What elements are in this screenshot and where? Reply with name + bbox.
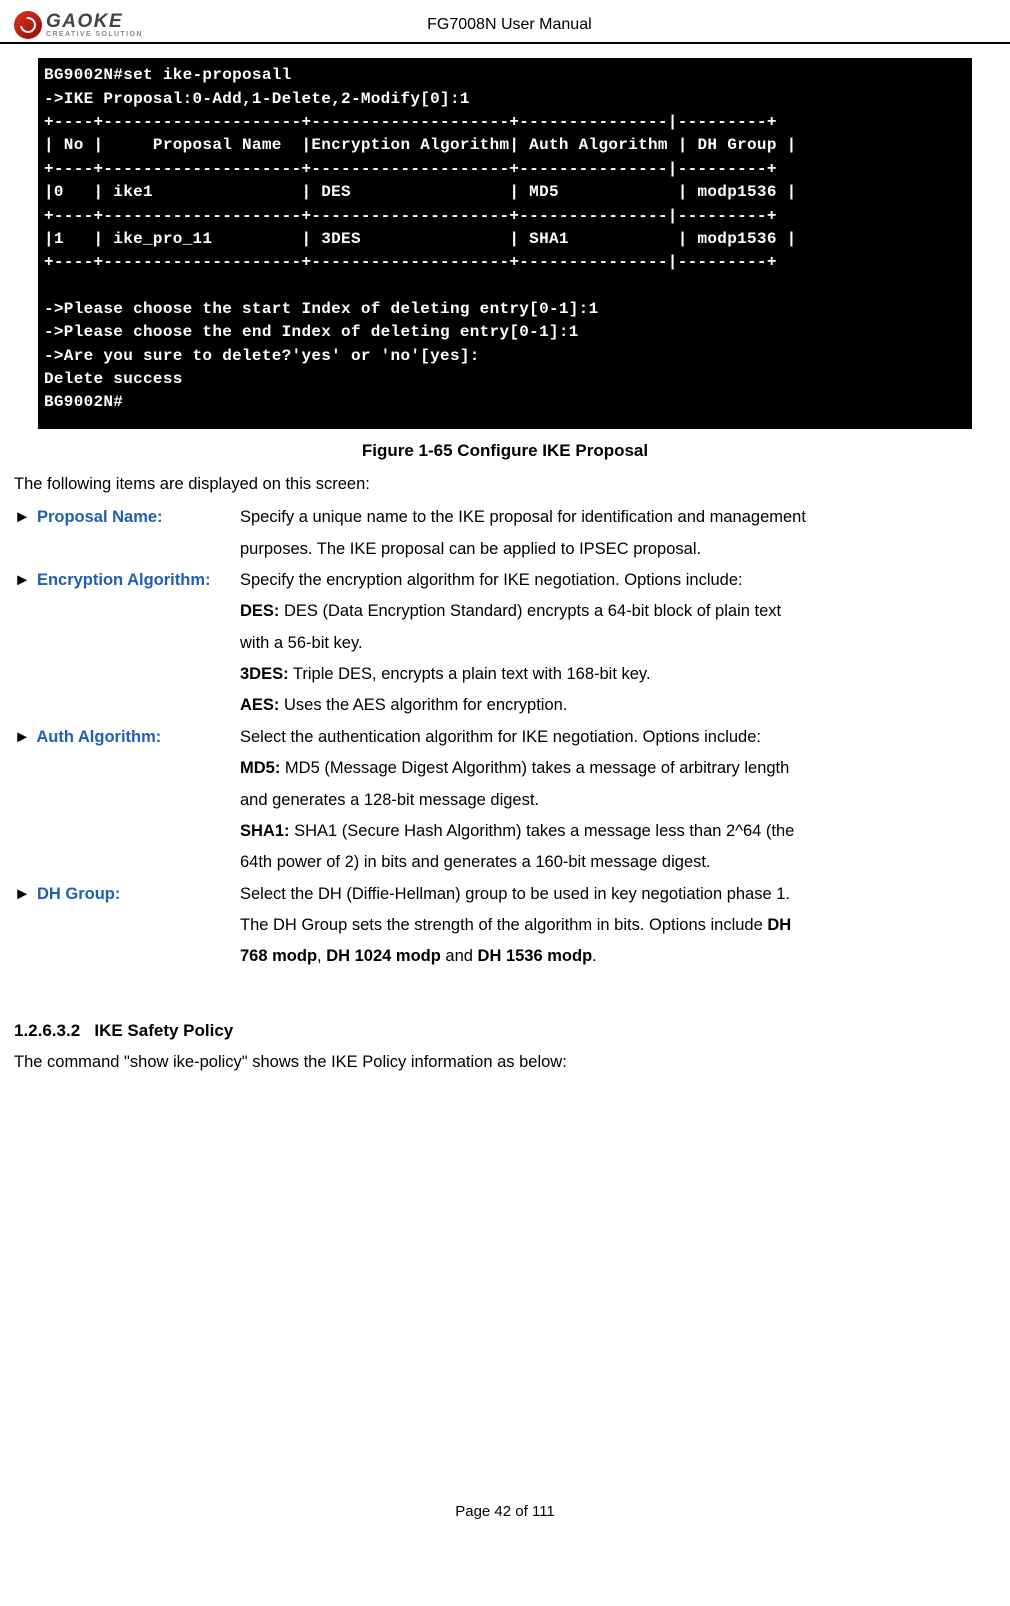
section-number: 1.2.6.3.2: [14, 1021, 80, 1040]
label-dh: ► DH Group:: [14, 879, 240, 910]
section-text: The command "show ike-policy" shows the …: [14, 1047, 996, 1078]
encryption-des-2: with a 56-bit key.: [240, 628, 996, 659]
document-title: FG7008N User Manual: [143, 10, 996, 40]
auth-md5: MD5: MD5 (Message Digest Algorithm) take…: [240, 753, 996, 784]
encryption-aes: AES: Uses the AES algorithm for encrypti…: [240, 690, 996, 721]
label-proposal-name: ► Proposal Name:: [14, 502, 240, 533]
desc-dh-2: The DH Group sets the strength of the al…: [240, 910, 996, 941]
item-encryption: ► Encryption Algorithm: Specify the encr…: [14, 565, 996, 596]
section-title: IKE Safety Policy: [94, 1021, 233, 1040]
auth-sha1-2: 64th power of 2) in bits and generates a…: [240, 847, 996, 878]
logo-text: GAOKE CREATIVE SOLUTION: [46, 12, 143, 38]
brand-name: GAOKE: [46, 12, 143, 31]
encryption-3des: 3DES: Triple DES, encrypts a plain text …: [240, 659, 996, 690]
label-auth: ► Auth Algorithm:: [14, 722, 240, 753]
desc-proposal-name-2: purposes. The IKE proposal can be applie…: [240, 534, 996, 565]
brand-logo: GAOKE CREATIVE SOLUTION: [14, 11, 143, 39]
desc-dh-3: 768 modp, DH 1024 modp and DH 1536 modp.: [240, 941, 996, 972]
desc-encryption: Specify the encryption algorithm for IKE…: [240, 565, 996, 596]
item-dh: ► DH Group: Select the DH (Diffie-Hellma…: [14, 879, 996, 910]
encryption-des: DES: DES (Data Encryption Standard) encr…: [240, 596, 996, 627]
brand-tagline: CREATIVE SOLUTION: [46, 31, 143, 38]
desc-dh: Select the DH (Diffie-Hellman) group to …: [240, 879, 996, 910]
page-footer: Page 42 of 111: [0, 1498, 1010, 1527]
item-proposal-name: ► Proposal Name: Specify a unique name t…: [14, 502, 996, 533]
desc-auth: Select the authentication algorithm for …: [240, 722, 996, 753]
figure-caption: Figure 1-65 Configure IKE Proposal: [0, 435, 1010, 467]
page-header: GAOKE CREATIVE SOLUTION FG7008N User Man…: [0, 10, 1010, 44]
auth-sha1: SHA1: SHA1 (Secure Hash Algorithm) takes…: [240, 816, 996, 847]
intro-text: The following items are displayed on thi…: [14, 469, 996, 500]
section-heading: 1.2.6.3.2 IKE Safety Policy: [14, 1015, 996, 1047]
logo-icon: [14, 11, 42, 39]
label-encryption: ► Encryption Algorithm:: [14, 565, 240, 596]
auth-md5-2: and generates a 128-bit message digest.: [240, 785, 996, 816]
terminal-screenshot: BG9002N#set ike-proposall ->IKE Proposal…: [38, 58, 972, 428]
item-auth: ► Auth Algorithm: Select the authenticat…: [14, 722, 996, 753]
content-body: The following items are displayed on thi…: [0, 469, 1010, 1078]
desc-proposal-name: Specify a unique name to the IKE proposa…: [240, 502, 996, 533]
